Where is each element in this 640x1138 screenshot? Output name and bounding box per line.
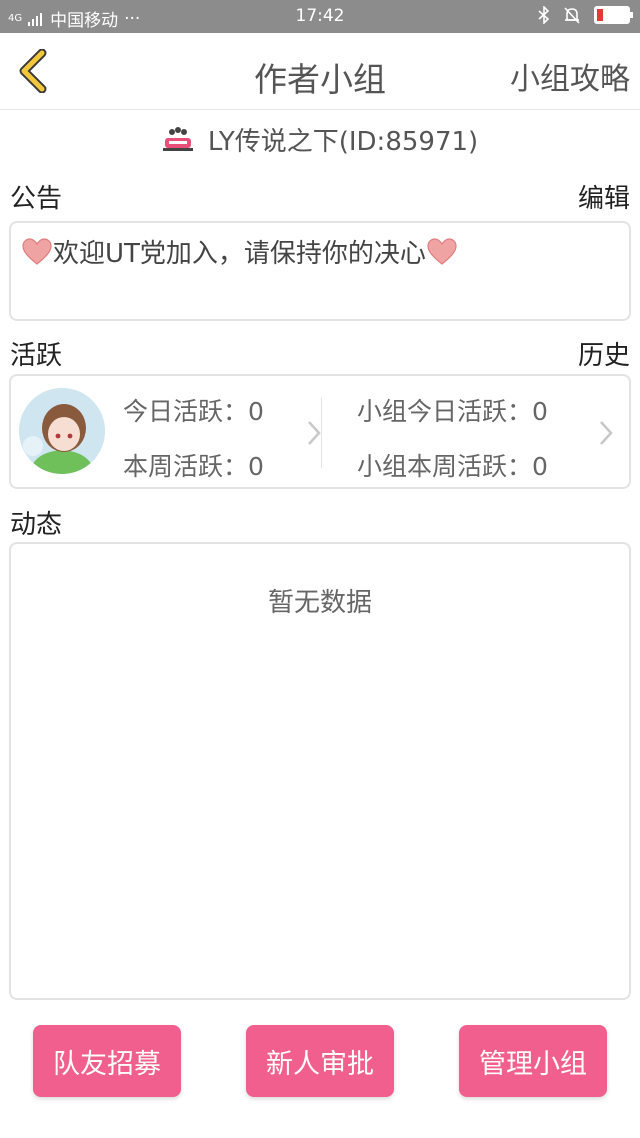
- group-members-icon: [162, 127, 193, 151]
- announcement-text: 欢迎UT党加入，请保持你的决心: [53, 239, 426, 269]
- feed-card: 暂无数据: [9, 542, 631, 1000]
- today-activity: 今日活跃：0: [123, 392, 264, 428]
- mute-bell-icon: [564, 7, 580, 24]
- stats-divider: [321, 398, 322, 468]
- recruit-teammates-button[interactable]: 队友招募: [33, 1025, 181, 1097]
- week-activity: 本周活跃：0: [123, 447, 264, 483]
- status-right: [538, 5, 633, 25]
- battery-level: [597, 9, 604, 21]
- heart-icon: [22, 237, 52, 265]
- group-week-activity-value: 0: [532, 452, 548, 481]
- group-name-row: LY传说之下(ID:85971): [0, 122, 640, 157]
- manage-group-button[interactable]: 管理小组: [459, 1025, 607, 1097]
- edit-announcement-button[interactable]: 编辑: [578, 178, 630, 215]
- today-activity-value: 0: [248, 397, 264, 426]
- announcement-card: 欢迎UT党加入，请保持你的决心: [9, 221, 631, 321]
- avatar[interactable]: [19, 388, 105, 474]
- group-guide-link[interactable]: 小组攻略: [510, 54, 630, 98]
- user-avatar-image: [19, 388, 105, 474]
- announcement-content: 欢迎UT党加入，请保持你的决心: [21, 233, 458, 270]
- status-bar: 4G 中国移动 ··· 17:42: [0, 0, 640, 33]
- history-button[interactable]: 历史: [578, 335, 630, 372]
- group-today-activity: 小组今日活跃：0: [357, 392, 548, 428]
- nav-bar: 作者小组 小组攻略: [0, 33, 640, 110]
- activity-label: 活跃: [10, 341, 63, 371]
- new-member-approval-button[interactable]: 新人审批: [246, 1025, 394, 1097]
- heart-icon: [427, 237, 457, 265]
- week-activity-value: 0: [248, 452, 264, 481]
- announcement-label: 公告: [10, 184, 63, 214]
- today-activity-label: 今日活跃：: [123, 397, 249, 426]
- group-name: LY传说之下(ID:85971): [207, 126, 479, 157]
- activity-card: 今日活跃：0 本周活跃：0 小组今日活跃：0 小组本周活跃：0: [9, 374, 631, 489]
- empty-state-text: 暂无数据: [267, 588, 372, 618]
- group-today-activity-value: 0: [532, 397, 548, 426]
- group-today-activity-label: 小组今日活跃：: [357, 397, 533, 426]
- battery-icon: [594, 6, 633, 24]
- chevron-right-icon[interactable]: [597, 418, 615, 448]
- group-week-activity-label: 小组本周活跃：: [357, 452, 533, 481]
- feed-label: 动态: [10, 510, 63, 540]
- group-week-activity: 小组本周活跃：0: [357, 447, 548, 483]
- bluetooth-icon: [538, 6, 550, 24]
- week-activity-label: 本周活跃：: [123, 452, 249, 481]
